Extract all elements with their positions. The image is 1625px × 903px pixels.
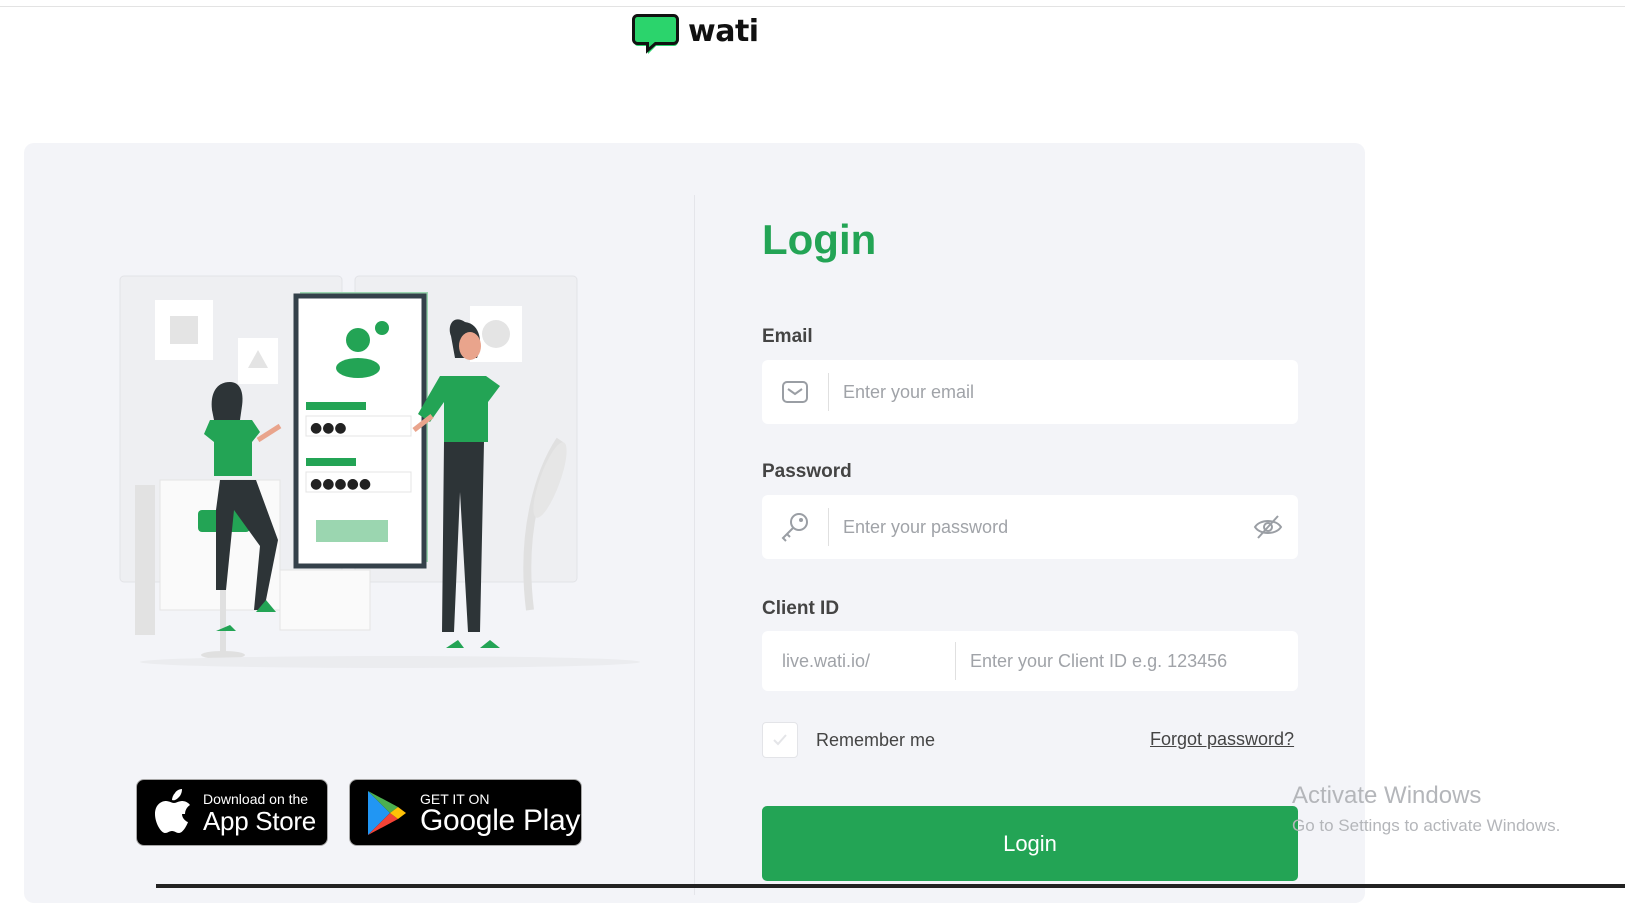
top-border [0,6,1625,7]
login-illustration: ●●● ●●●●● [119,275,640,668]
remember-me-label: Remember me [816,729,936,750]
card-divider [694,195,695,895]
wati-logo: wati [632,12,759,56]
apple-icon [155,788,190,833]
email-field[interactable] [762,360,1298,424]
google-play-icon [368,790,406,835]
app-store-big-text: App Store [203,805,316,836]
app-store-button[interactable]: Download on the App Store [136,779,328,846]
chat-bubble-icon [632,14,679,54]
client-id-label: Client ID [762,598,840,619]
envelope-icon [762,360,828,424]
eye-off-icon[interactable] [1238,495,1298,559]
google-play-button[interactable]: GET IT ON Google Play [349,779,582,846]
watermark-subtitle: Go to Settings to activate Windows. [1292,816,1561,835]
email-input[interactable] [829,360,1298,424]
key-icon [762,495,828,559]
bottom-edge [156,884,1625,888]
password-label: Password [762,461,852,482]
client-id-input[interactable] [956,631,1298,691]
password-input[interactable] [829,495,1238,559]
forgot-password-link[interactable]: Forgot password? [1150,729,1294,750]
client-id-prefix: live.wati.io/ [782,650,871,671]
email-label: Email [762,326,813,347]
client-id-field[interactable]: live.wati.io/ [762,631,1298,691]
login-title: Login [762,216,877,263]
password-field[interactable] [762,495,1298,559]
google-play-big-text: Google Play [420,803,581,837]
check-icon [773,734,787,746]
login-button[interactable]: Login [762,806,1298,881]
remember-me-checkbox[interactable] [762,722,798,758]
remember-me-row: Remember me [762,722,935,758]
activate-windows-watermark: Activate Windows Go to Settings to activ… [1292,782,1560,836]
password-dots-long: ●●●●● [310,476,371,492]
password-dots-short: ●●● [310,420,347,436]
brand-name: wati [688,13,759,49]
app-store-small-text: Download on the [203,790,309,807]
watermark-title: Activate Windows [1292,782,1482,809]
